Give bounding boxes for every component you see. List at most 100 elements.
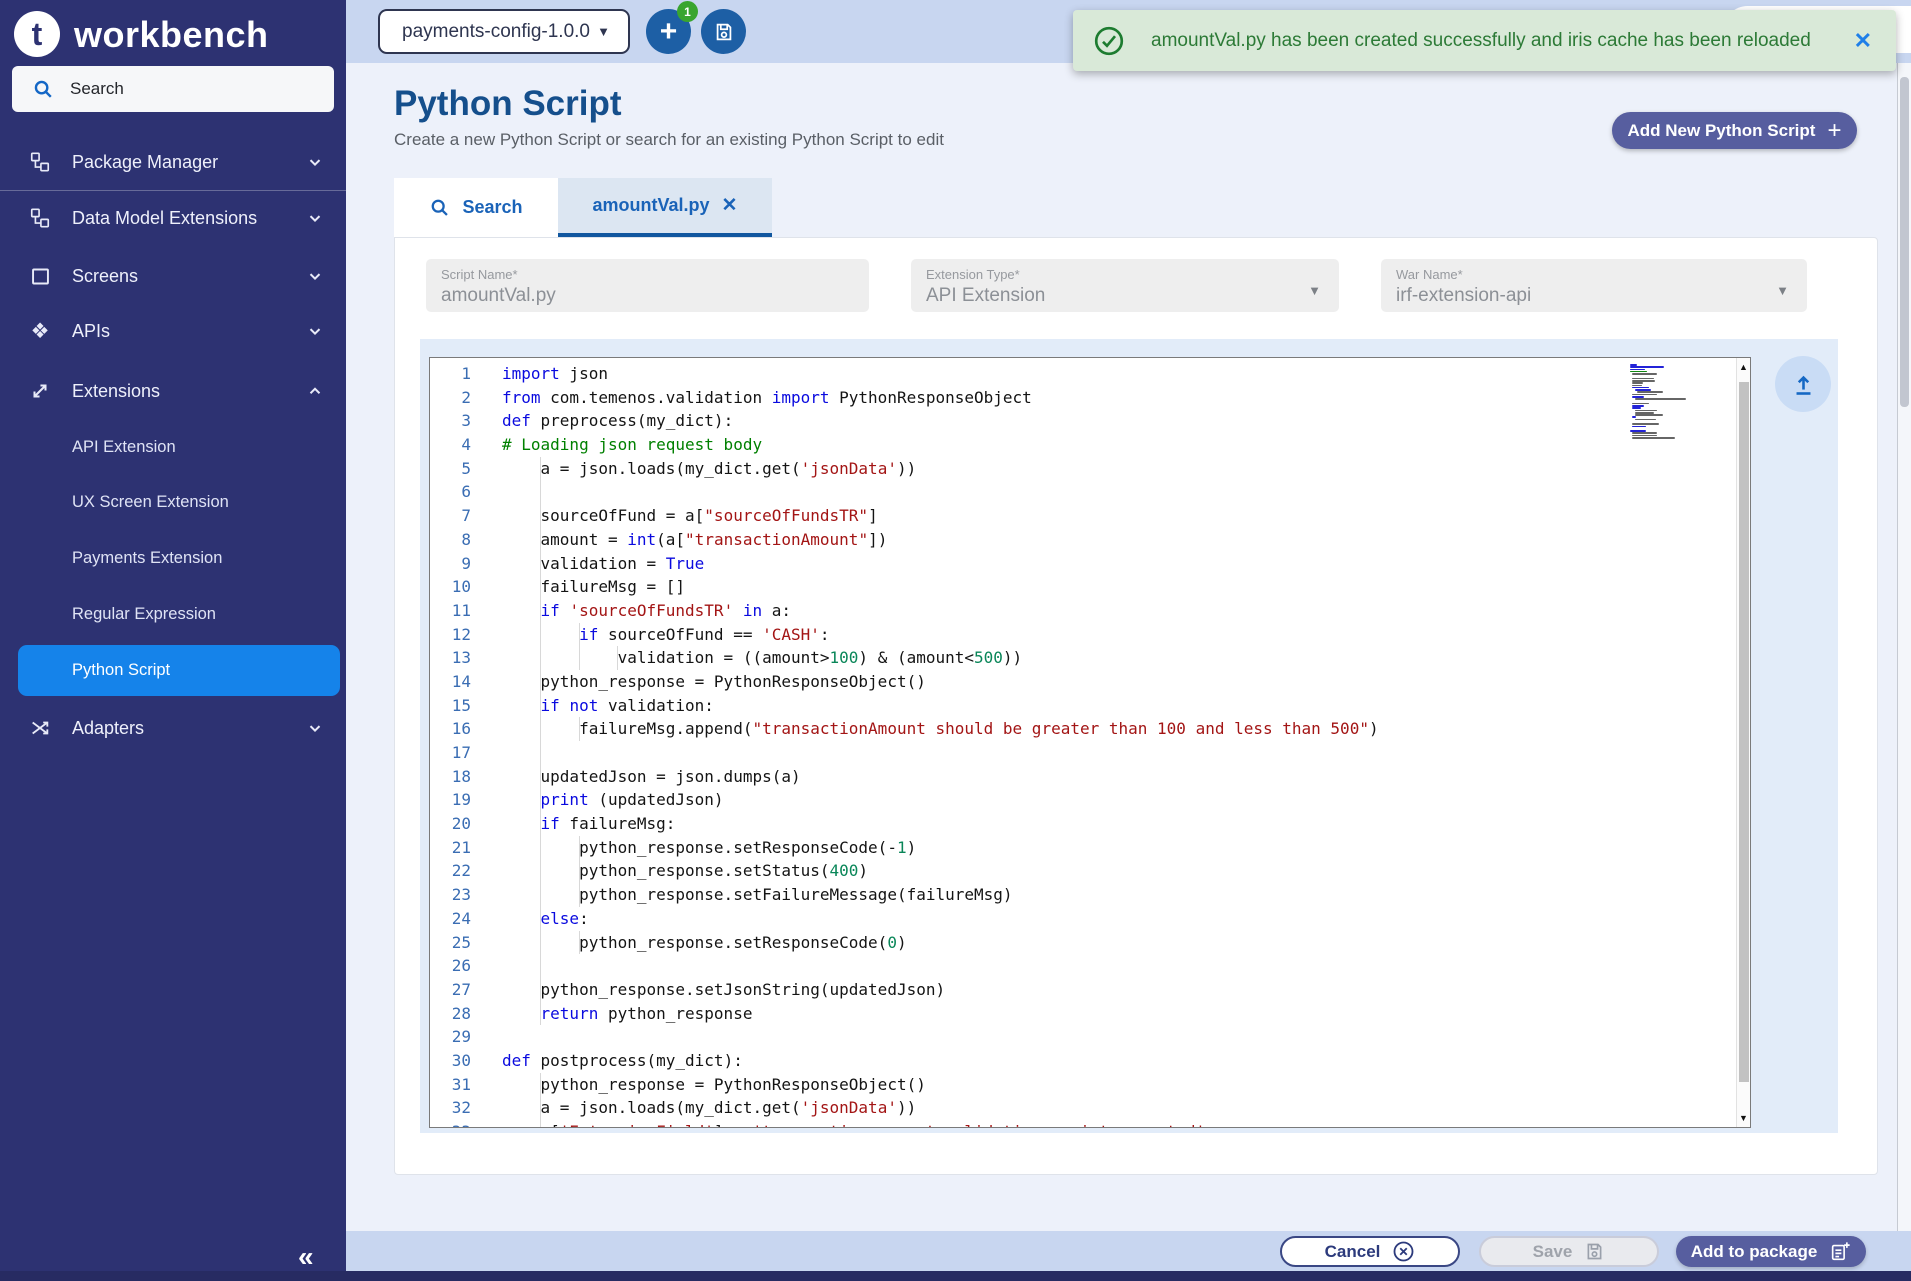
line-number: 9 (430, 552, 471, 576)
sidebar-collapse-button[interactable]: « (298, 1241, 314, 1273)
minimap-line (1632, 426, 1646, 428)
cancel-button[interactable]: Cancel (1280, 1236, 1460, 1267)
sidebar-item-label: Adapters (72, 718, 144, 739)
sidebar-search-input[interactable]: Search (12, 66, 334, 112)
code-text: sourceOfFund = a["sourceOfFundsTR"] (502, 504, 878, 528)
minimap-line (1632, 382, 1643, 384)
add-to-package-button[interactable]: Add to package (1676, 1236, 1866, 1267)
extension-type-label: Extension Type* (926, 267, 1020, 282)
sidebar-item-extensions[interactable]: Extensions (0, 367, 346, 415)
sidebar-item-adapters[interactable]: Adapters (0, 704, 346, 752)
indent-guide (540, 528, 541, 552)
sidebar-child-label: Regular Expression (72, 605, 216, 624)
code-line: 11 if 'sourceOfFundsTR' in a: (430, 599, 1750, 623)
code-text: validation = ((amount>100) & (amount<500… (502, 646, 1022, 670)
scroll-up-icon[interactable]: ▲ (1739, 362, 1748, 372)
indent-guide (579, 646, 580, 670)
line-number: 22 (430, 859, 471, 883)
code-line: 9 validation = True (430, 552, 1750, 576)
code-line: 33 a['ExtensionField'] = 'transaction am… (430, 1120, 1750, 1128)
line-number: 32 (430, 1096, 471, 1120)
plus-icon: + (1827, 117, 1841, 145)
check-circle-icon (1093, 25, 1125, 57)
code-line: 13 validation = ((amount>100) & (amount<… (430, 646, 1750, 670)
package-version-select[interactable]: payments-config-1.0.0 ▼ (378, 9, 630, 54)
sidebar-child-label: Python Script (72, 661, 170, 680)
code-text: amount = int(a["transactionAmount"]) (502, 528, 887, 552)
document-plus-icon (1829, 1241, 1851, 1263)
sidebar: t workbench Search Package Manager (0, 0, 346, 1281)
sidebar-item-ux-screen-extension[interactable]: UX Screen Extension (0, 480, 346, 524)
line-number: 20 (430, 812, 471, 836)
sidebar-item-apis[interactable]: ❖ APIs (0, 307, 346, 355)
minimap-line (1632, 373, 1656, 375)
hierarchy-icon (26, 151, 54, 173)
bottom-strip (0, 1271, 1911, 1281)
add-new-python-script-button[interactable]: Add New Python Script + (1612, 112, 1857, 149)
editor-scrollbar-thumb[interactable] (1739, 382, 1749, 1082)
line-number: 21 (430, 836, 471, 860)
code-line: 15 if not validation: (430, 694, 1750, 718)
editor-minimap[interactable] (1626, 362, 1721, 446)
sidebar-item-package-manager[interactable]: Package Manager (0, 138, 346, 186)
save-button[interactable]: Save (1479, 1236, 1659, 1267)
code-line: 32 a = json.loads(my_dict.get('jsonData'… (430, 1096, 1750, 1120)
code-editor[interactable]: 1import json2from com.temenos.validation… (429, 357, 1751, 1128)
indent-guide (540, 859, 541, 883)
extensions-icon (26, 380, 54, 402)
tab-search[interactable]: Search (394, 178, 558, 237)
code-line: 30def postprocess(my_dict): (430, 1049, 1750, 1073)
code-text: if sourceOfFund == 'CASH': (502, 623, 830, 647)
upload-script-button[interactable] (1775, 356, 1831, 412)
save-package-button[interactable] (701, 9, 746, 54)
line-number: 29 (430, 1025, 471, 1049)
code-line: 28 return python_response (430, 1002, 1750, 1026)
page-scrollbar[interactable] (1897, 63, 1911, 1271)
tab-amountval-py[interactable]: amountVal.py ✕ (558, 178, 772, 237)
search-icon (32, 78, 54, 100)
line-number: 2 (430, 386, 471, 410)
close-icon[interactable]: ✕ (1854, 28, 1872, 54)
code-line: 27 python_response.setJsonString(updated… (430, 978, 1750, 1002)
indent-guide (540, 599, 541, 623)
code-line: 5 a = json.loads(my_dict.get('jsonData')… (430, 457, 1750, 481)
minimap-line (1630, 369, 1645, 371)
sidebar-item-python-script[interactable]: Python Script (18, 645, 340, 696)
chevron-down-icon: ▼ (1776, 283, 1789, 298)
indent-guide (540, 836, 541, 860)
editor-scrollbar[interactable]: ▲ ▼ (1736, 358, 1750, 1127)
line-number: 16 (430, 717, 471, 741)
indent-guide (540, 1073, 541, 1097)
sidebar-item-data-model-extensions[interactable]: Data Model Extensions (0, 194, 346, 242)
page-scrollbar-thumb[interactable] (1900, 77, 1909, 407)
extension-type-select[interactable]: Extension Type* API Extension ▼ (911, 259, 1339, 312)
code-text: a = json.loads(my_dict.get('jsonData')) (502, 1096, 916, 1120)
line-number: 23 (430, 883, 471, 907)
minimap-line (1635, 410, 1657, 412)
code-line: 22 python_response.setStatus(400) (430, 859, 1750, 883)
sidebar-item-screens[interactable]: Screens (0, 252, 346, 300)
sidebar-divider (0, 190, 346, 191)
sidebar-child-label: API Extension (72, 438, 176, 457)
code-text: import json (502, 362, 608, 386)
line-number: 10 (430, 575, 471, 599)
page-subtitle: Create a new Python Script or search for… (394, 130, 944, 150)
line-number: 17 (430, 741, 471, 765)
sidebar-child-label: UX Screen Extension (72, 493, 229, 512)
line-number: 12 (430, 623, 471, 647)
line-number: 15 (430, 694, 471, 718)
minimap-line (1632, 432, 1657, 434)
chevron-down-icon (306, 322, 324, 340)
code-line: 8 amount = int(a["transactionAmount"]) (430, 528, 1750, 552)
sidebar-item-regular-expression[interactable]: Regular Expression (0, 592, 346, 636)
close-icon[interactable]: ✕ (722, 194, 738, 217)
script-name-field[interactable]: Script Name* amountVal.py (426, 259, 869, 312)
indent-guide (540, 1096, 541, 1120)
sidebar-item-api-extension[interactable]: API Extension (0, 425, 346, 469)
sidebar-item-payments-extension[interactable]: Payments Extension (0, 536, 346, 580)
code-text: python_response.setResponseCode(-1) (502, 836, 916, 860)
code-lines: 1import json2from com.temenos.validation… (430, 362, 1750, 1128)
scroll-down-icon[interactable]: ▼ (1739, 1113, 1748, 1123)
code-line: 6 (430, 480, 1750, 504)
war-name-select[interactable]: War Name* irf-extension-api ▼ (1381, 259, 1807, 312)
